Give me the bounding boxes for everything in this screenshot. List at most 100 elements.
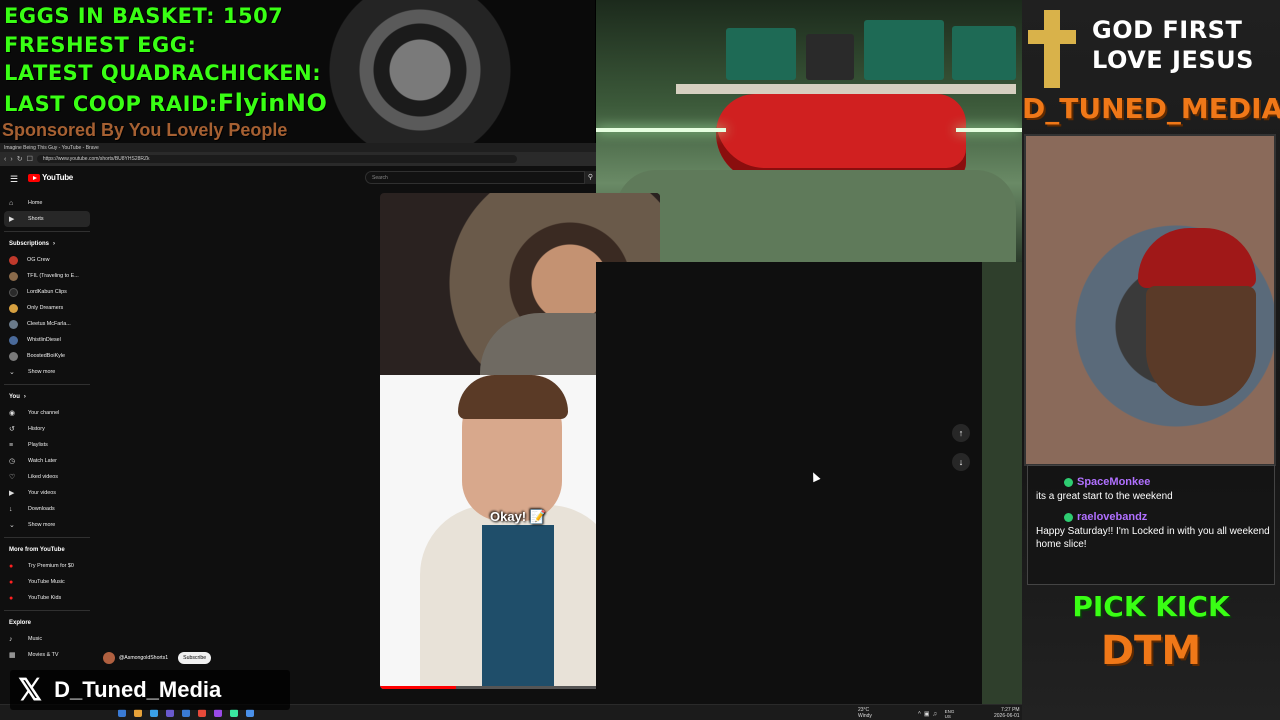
history-icon: ↺ [9,426,15,433]
stream-stats-panel: EGGS IN BASKET: 1507 FRESHEST EGG: LATES… [0,0,595,143]
x-logo-icon: 𝕏 [18,673,43,707]
avatar [9,287,18,297]
language-indicator[interactable]: ENG US [945,709,955,719]
sidebar-item-liked-videos[interactable]: ♡ Liked videos [0,469,94,485]
dtm-text: DTM [1100,628,1202,674]
badge-icon [1064,512,1073,522]
last-coop-raid-text: LAST COOP RAID:FlyinNO [4,89,327,117]
taskbar-app-icon[interactable] [230,709,238,717]
show-more-button[interactable]: ⌄ Show more [0,364,94,380]
sidebar-item-subscription[interactable]: TFIL (Traveling to E... [0,268,94,284]
sidebar-item-explore-music[interactable]: ♪ Music [0,631,94,647]
chevron-right-icon: › [53,241,56,247]
chevron-down-icon: ⌄ [9,522,15,529]
sidebar-item-your-videos[interactable]: ▶ Your videos [0,485,94,501]
forward-icon[interactable]: › [10,156,12,163]
taskbar-app-icon[interactable] [182,709,190,717]
chat-box: SpaceMonkee its a great start to the wee… [1027,465,1275,585]
browser-nav-bar: ‹ › ↻ ☐ https://www.youtube.com/shorts/B… [0,152,596,166]
network-icon[interactable]: ▣ [924,712,933,718]
home-icon: ⌂ [9,199,14,207]
reload-icon[interactable]: ↻ [17,155,23,163]
sidebar-item-downloads[interactable]: ↓ Downloads [0,501,94,517]
weather-widget[interactable]: 23°C Windy [858,707,872,719]
raid-name: FlyinNO [217,89,328,117]
your-videos-icon: ▶ [9,490,15,497]
sidebar-item-subscription[interactable]: Cleetus McFarla... [0,316,94,332]
avatar [9,335,18,345]
taskbar-app-icon[interactable] [134,709,142,717]
god-first-text: GOD FIRST [1092,16,1243,44]
video-progress-fill [380,686,456,689]
youtube-header: ☰ YouTube Search ⚲ [0,170,596,188]
sidebar-item-your-channel[interactable]: ◉ Your channel [0,405,94,421]
show-more-button[interactable]: ⌄ Show more [0,517,94,533]
love-jesus-text: LOVE JESUS [1092,46,1254,74]
liked-icon: ♡ [9,474,16,481]
browser-tab[interactable]: Imagine Being This Guy - YouTube - Brave [0,143,596,152]
channel-row: @AsmongoldShorts1 Subscribe [103,652,212,664]
search-icon[interactable]: ⚲ [585,171,596,184]
youtube-play-icon [28,173,40,182]
volume-icon[interactable]: ♫ [933,712,941,718]
eggs-in-basket-text: EGGS IN BASKET: 1507 [4,4,284,28]
hamburger-menu-icon[interactable]: ☰ [10,174,18,185]
sidebar-item-playlists[interactable]: ≡ Playlists [0,437,94,453]
bookmark-icon[interactable]: ☐ [27,155,33,163]
sidebar-item-movies[interactable]: ▦ Movies & TV [0,647,94,663]
youtube-logo-text: YouTube [42,173,73,182]
raid-label: LAST COOP RAID: [4,92,218,116]
streamer-camera-feed [1024,134,1276,466]
avatar [9,303,18,313]
brand-name: D_TUNED_MEDIA [1022,92,1280,125]
music-icon: ♪ [9,635,13,643]
sidebar-item-subscription[interactable]: OG Crew [0,252,94,268]
playlists-icon: ≡ [9,441,14,449]
sidebar-item-kids[interactable]: ● YouTube Kids [0,590,94,606]
system-clock[interactable]: 7:27 PM 2026-06-01 [994,707,1020,719]
shorts-icon: ▶ [9,216,15,223]
sidebar-item-home[interactable]: ⌂ Home [0,195,94,211]
sidebar-item-watch-later[interactable]: ◷ Watch Later [0,453,94,469]
subscriptions-heading[interactable]: Subscriptions › [0,236,94,252]
cross-icon [1044,10,1060,88]
youtube-logo[interactable]: YouTube [28,173,73,182]
chat-text: Happy Saturday!! I'm Locked in with you … [1036,526,1270,550]
subscribe-button[interactable]: Subscribe [178,652,212,664]
you-heading[interactable]: You › [0,389,94,405]
previous-short-button[interactable]: ↑ [952,424,970,442]
taskbar-app-icon[interactable] [166,709,174,717]
address-bar[interactable]: https://www.youtube.com/shorts/BU8YHS28R… [36,155,517,163]
background-strip [982,262,1022,708]
youtube-kids-icon: ● [9,594,14,602]
channel-avatar[interactable] [103,652,115,664]
back-icon[interactable]: ‹ [4,156,6,163]
browser-window: Imagine Being This Guy - YouTube - Brave… [0,143,660,708]
channel-handle[interactable]: @AsmongoldShorts1 [119,655,168,661]
sidebar-item-premium[interactable]: ● Try Premium for $0 [0,558,94,574]
chat-username: SpaceMonkee [1077,476,1151,488]
next-short-button[interactable]: ↓ [952,453,970,471]
avatar [9,271,18,281]
pick-kick-text: PICK KICK [1072,590,1230,623]
taskbar-app-icon[interactable] [198,709,206,717]
taskbar-app-icon[interactable] [150,709,158,717]
chat-text: its a great start to the weekend [1036,491,1173,502]
freshest-egg-text: FRESHEST EGG: [4,33,197,57]
avatar [9,351,18,361]
sidebar-item-subscription[interactable]: BoostedBoiKyle [0,348,94,364]
chat-message: SpaceMonkee its a great start to the wee… [1032,476,1270,503]
explore-heading: Explore [9,620,32,626]
taskbar-app-icon[interactable] [118,709,126,717]
search-input[interactable]: Search [365,171,585,184]
sidebar-item-history[interactable]: ↺ History [0,421,94,437]
sidebar-item-subscription[interactable]: Only Dreamers [0,300,94,316]
system-tray[interactable]: ^▣♫ ENG US [918,709,954,719]
sidebar-item-shorts[interactable]: ▶ Shorts [4,211,90,227]
sponsor-text: Sponsored By You Lovely People [2,120,288,140]
taskbar-app-icon[interactable] [246,709,254,717]
sidebar-item-music[interactable]: ● YouTube Music [0,574,94,590]
taskbar-app-icon[interactable] [214,709,222,717]
sidebar-item-subscription[interactable]: WhistlinDiesel [0,332,94,348]
sidebar-item-subscription[interactable]: LordKabun Clips [0,284,94,300]
